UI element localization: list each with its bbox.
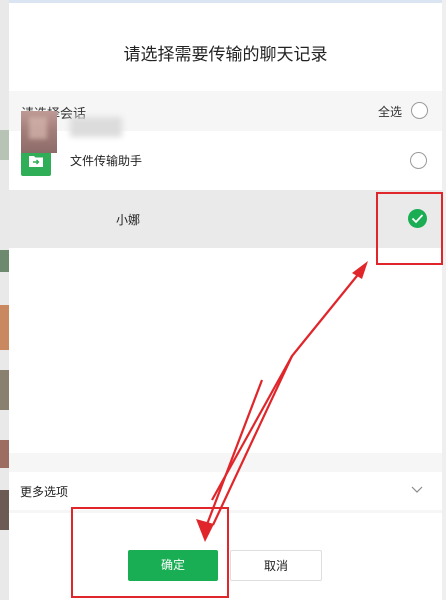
annotation-arrows [196, 261, 368, 542]
annotation-arrowhead-down [196, 519, 214, 542]
annotation-arrowhead-up [352, 261, 368, 279]
annotation-arrow-shaft [204, 379, 264, 528]
annotation-arrow-up [212, 265, 366, 526]
